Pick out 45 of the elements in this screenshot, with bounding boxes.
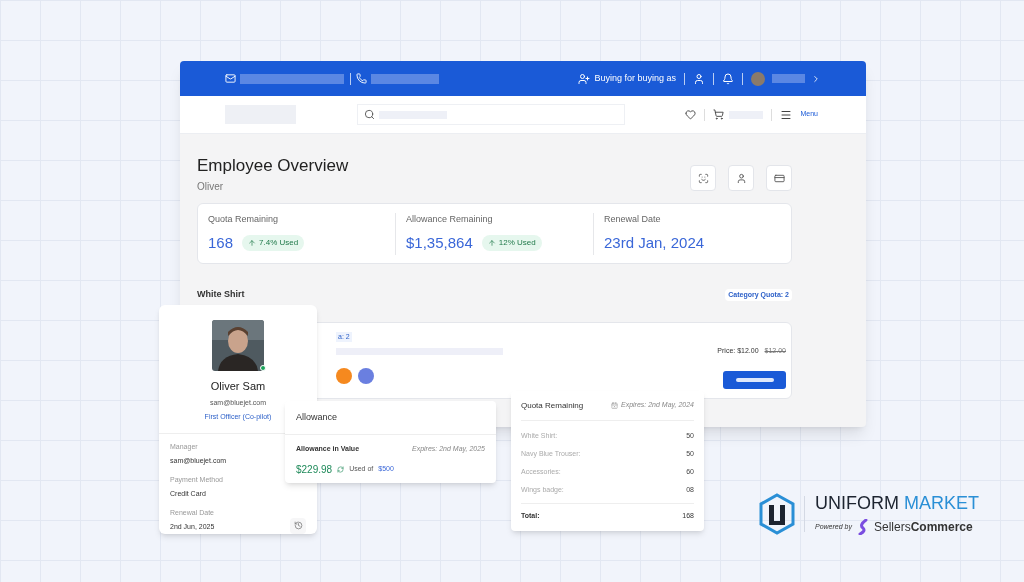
credit-card-icon bbox=[773, 172, 785, 184]
scan-icon bbox=[697, 172, 709, 184]
search-icon bbox=[364, 109, 375, 120]
profile-name: Oliver Sam bbox=[210, 379, 266, 394]
stat-value: $1,35,864 bbox=[406, 233, 473, 253]
allowance-amount: $229.98 bbox=[296, 462, 333, 477]
phone-icon bbox=[356, 73, 367, 84]
heart-icon[interactable] bbox=[685, 109, 697, 120]
user-icon[interactable] bbox=[693, 72, 705, 85]
user-icon bbox=[735, 172, 747, 184]
skeleton-bar bbox=[772, 74, 805, 83]
section-title: White Shirt bbox=[197, 288, 245, 301]
mail-icon bbox=[225, 73, 236, 84]
stat-value: 23rd Jan, 2024 bbox=[604, 233, 705, 253]
skeleton-bar bbox=[371, 73, 439, 84]
color-swatch[interactable] bbox=[358, 368, 374, 384]
stat-label: Renewal Date bbox=[604, 212, 662, 226]
add-button[interactable] bbox=[723, 370, 786, 389]
search-field[interactable] bbox=[357, 104, 625, 125]
user-plus-icon bbox=[578, 72, 591, 85]
profile-button[interactable] bbox=[728, 165, 754, 191]
bell-icon[interactable] bbox=[722, 72, 734, 85]
stat-label: Allowance Remaining bbox=[406, 212, 494, 226]
history-icon[interactable] bbox=[290, 517, 306, 534]
brand-name: UNIFORM MARKET bbox=[815, 492, 980, 514]
stat-value: 168 bbox=[208, 233, 234, 253]
calendar-icon bbox=[610, 402, 618, 409]
stat-label: Quota Remaining bbox=[208, 212, 280, 226]
logo-icon bbox=[758, 493, 796, 535]
chevron-right-icon[interactable] bbox=[811, 73, 821, 84]
color-swatch[interactable] bbox=[336, 368, 352, 384]
partner-name: SellersCommerce bbox=[873, 519, 973, 536]
usage-badge: 7.4% Used bbox=[242, 235, 305, 252]
usage-badge: 12% Used bbox=[481, 235, 542, 252]
menu-icon[interactable] bbox=[780, 108, 793, 121]
page-subtitle: Oliver bbox=[197, 180, 225, 194]
card-title: Quota Remaining bbox=[521, 399, 584, 412]
page-title: Employee Overview bbox=[197, 156, 349, 176]
cart-icon[interactable] bbox=[713, 109, 725, 120]
partner-logo-icon bbox=[856, 519, 869, 535]
refresh-icon bbox=[337, 465, 345, 473]
buying-for-button[interactable]: Buying for buying as bbox=[578, 71, 676, 86]
scan-button[interactable] bbox=[690, 165, 716, 191]
card-title: Allowance bbox=[296, 410, 338, 424]
card-button[interactable] bbox=[766, 165, 792, 191]
